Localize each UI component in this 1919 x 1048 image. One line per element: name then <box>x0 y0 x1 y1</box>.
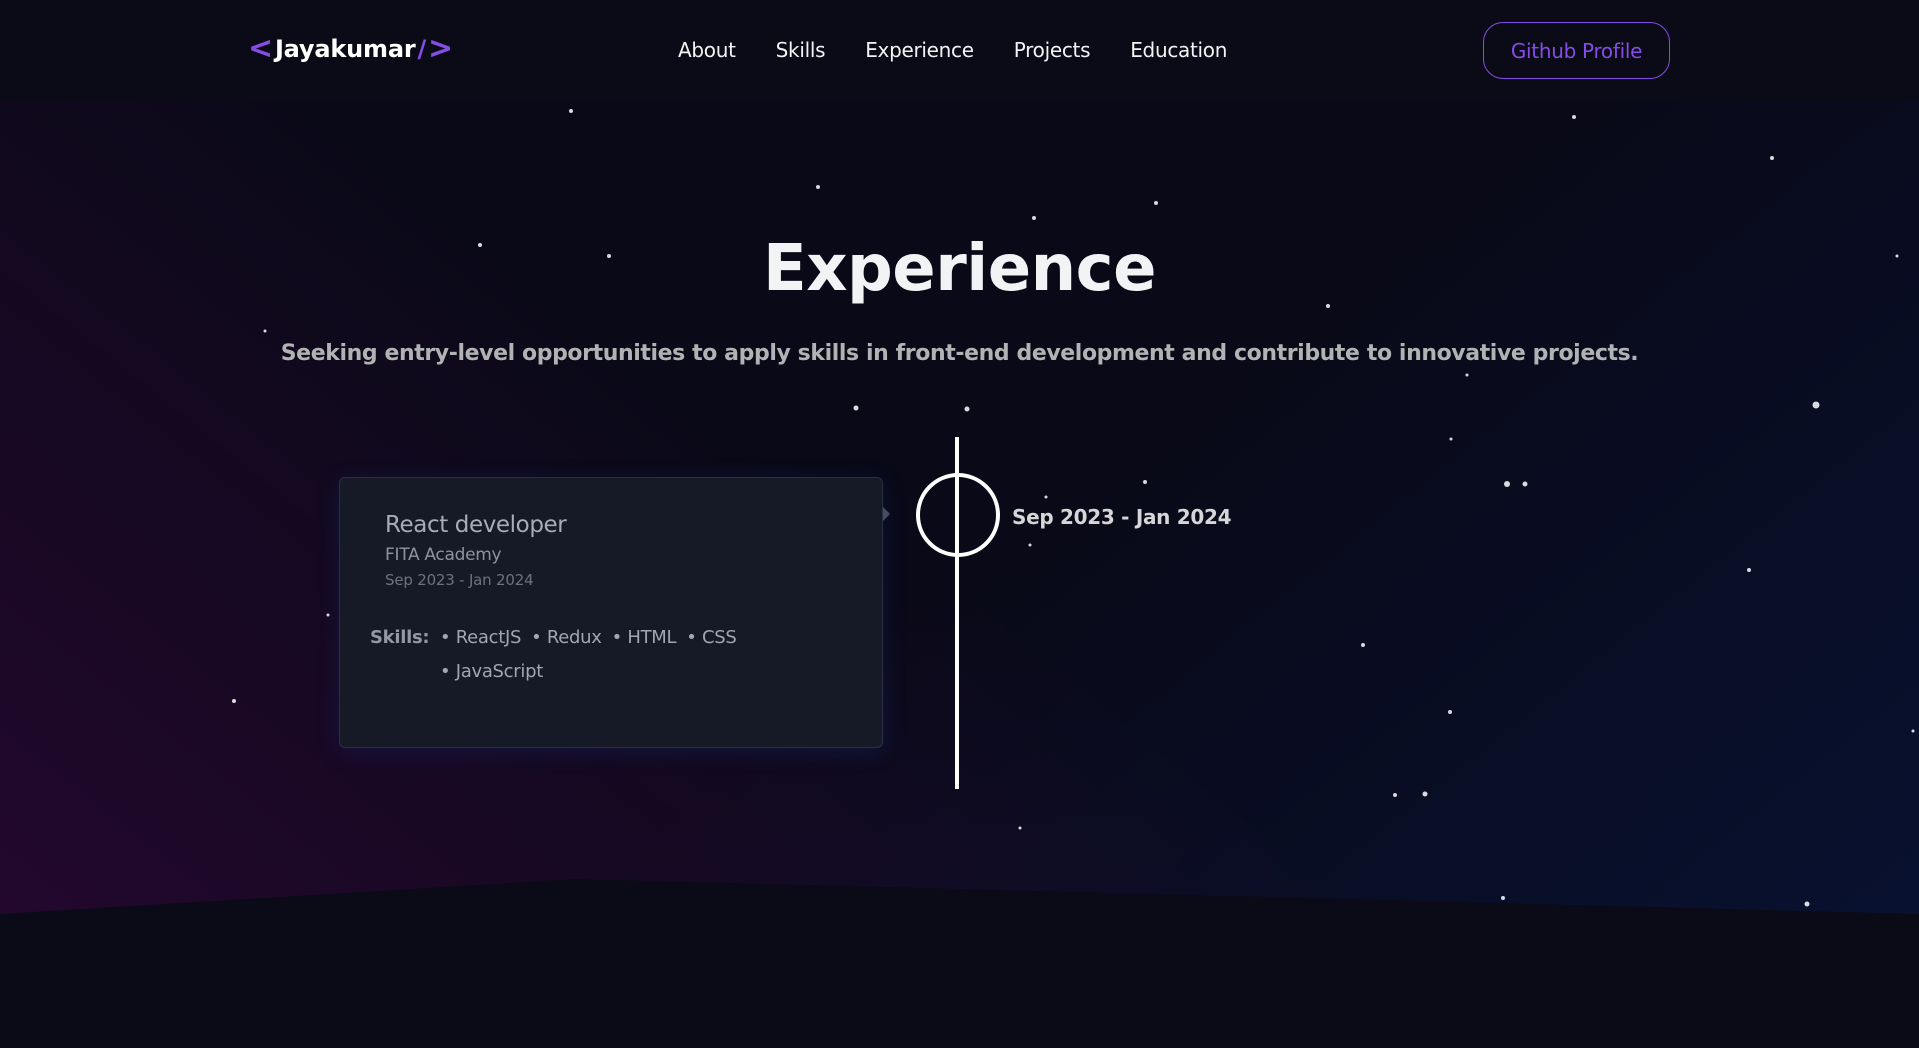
skill-item: • ReactJS <box>440 627 522 648</box>
experience-company: FITA Academy <box>385 545 502 565</box>
skills-list: • ReactJS • Redux • HTML • CSS • JavaScr… <box>440 627 760 682</box>
timeline-date: Sep 2023 - Jan 2024 <box>1012 505 1232 529</box>
section-title: Experience <box>762 232 1157 306</box>
nav-link-skills[interactable]: Skills <box>776 38 826 62</box>
experience-card: React developer FITA Academy Sep 2023 - … <box>339 477 883 748</box>
nav-links: About Skills Experience Projects Educati… <box>678 38 1227 62</box>
logo[interactable]: < Jayakumar / > <box>248 34 453 64</box>
nav-link-projects[interactable]: Projects <box>1014 38 1091 62</box>
nav-link-education[interactable]: Education <box>1130 38 1227 62</box>
skill-item: • Redux <box>531 627 602 648</box>
experience-role: React developer <box>385 512 567 538</box>
skill-item: • JavaScript <box>440 661 543 682</box>
skills-label: Skills: <box>370 627 430 648</box>
section-subtitle: Seeking entry-level opportunities to app… <box>280 341 1639 366</box>
logo-right-chevron: > <box>428 31 453 66</box>
experience-dates: Sep 2023 - Jan 2024 <box>385 571 534 589</box>
navbar: < Jayakumar / > About Skills Experience … <box>0 0 1919 100</box>
skill-item: • CSS <box>686 627 737 648</box>
skill-item: • HTML <box>611 627 677 648</box>
logo-left-chevron: < <box>248 31 273 66</box>
nav-link-about[interactable]: About <box>678 38 736 62</box>
github-profile-button[interactable]: Github Profile <box>1483 22 1670 79</box>
logo-name: Jayakumar <box>274 35 416 63</box>
timeline-dot <box>916 473 1000 557</box>
card-arrow <box>882 506 890 522</box>
nav-link-experience[interactable]: Experience <box>865 38 974 62</box>
logo-slash: / <box>417 35 427 63</box>
